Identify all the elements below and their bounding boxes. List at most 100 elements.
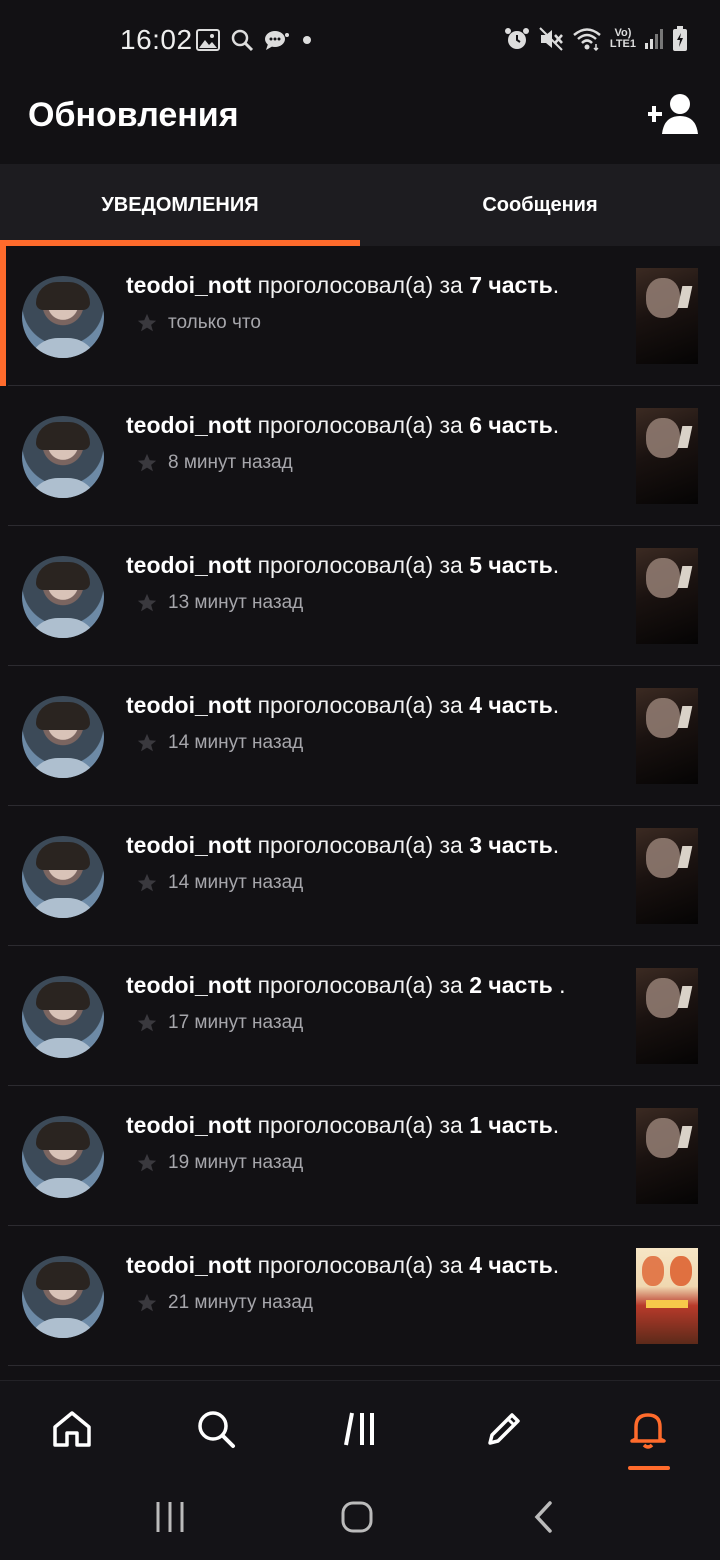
timestamp: 19 минут назад — [168, 1152, 304, 1173]
avatar[interactable] — [22, 1256, 104, 1338]
back-icon[interactable] — [532, 1500, 556, 1539]
status-time: 16:02 — [120, 24, 193, 55]
timestamp: только что — [168, 312, 261, 333]
part-title: 3 часть — [469, 832, 553, 858]
part-title: 5 часть — [469, 552, 553, 578]
part-title: 1 часть — [469, 1112, 553, 1138]
action-text: проголосовал(а) за — [257, 832, 463, 858]
divider — [8, 1365, 720, 1366]
star-icon — [136, 592, 158, 614]
avatar[interactable] — [22, 696, 104, 778]
mute-icon — [538, 26, 564, 52]
write-icon[interactable] — [482, 1407, 526, 1451]
battery-icon — [672, 26, 688, 52]
story-cover[interactable] — [636, 688, 698, 784]
wifi-icon — [572, 27, 602, 51]
star-icon — [136, 1152, 158, 1174]
part-title: 6 часть — [469, 412, 553, 438]
timestamp: 13 минут назад — [168, 592, 304, 613]
add-user-icon[interactable] — [646, 92, 700, 138]
search-icon — [230, 28, 254, 52]
action-text: проголосовал(а) за — [257, 1252, 463, 1278]
avatar[interactable] — [22, 1116, 104, 1198]
tab-notifications[interactable]: УВЕДОМЛЕНИЯ — [0, 164, 360, 246]
timestamp: 14 минут назад — [168, 872, 304, 893]
notification-text: teodoi_nott проголосовал(а) за 5 часть. — [126, 552, 559, 579]
timestamp: 21 минуту назад — [168, 1292, 313, 1313]
notification-text: teodoi_nott проголосовал(а) за 7 часть. — [126, 272, 559, 299]
username[interactable]: teodoi_nott — [126, 412, 251, 438]
star-icon — [136, 1292, 158, 1314]
search-icon[interactable] — [194, 1407, 238, 1451]
notification-text: teodoi_nott проголосовал(а) за 4 часть. — [126, 692, 559, 719]
username[interactable]: teodoi_nott — [126, 552, 251, 578]
story-cover[interactable] — [636, 548, 698, 644]
notification-row[interactable]: teodoi_nott проголосовал(а) за 1 часть. … — [0, 1086, 720, 1226]
notification-text: teodoi_nott проголосовал(а) за 2 часть . — [126, 972, 566, 999]
home-icon[interactable] — [50, 1407, 94, 1451]
notification-meta: 21 минуту назад — [136, 1292, 313, 1314]
notification-row[interactable]: teodoi_nott проголосовал(а) за 7 часть. … — [0, 246, 720, 386]
story-cover[interactable] — [636, 1108, 698, 1204]
notification-row[interactable]: teodoi_nott проголосовал(а) за 4 часть. … — [0, 666, 720, 806]
notification-meta: 19 минут назад — [136, 1152, 303, 1174]
home-circle-icon[interactable] — [340, 1500, 374, 1539]
avatar[interactable] — [22, 976, 104, 1058]
username[interactable]: teodoi_nott — [126, 832, 251, 858]
story-cover[interactable] — [636, 1248, 698, 1344]
story-cover[interactable] — [636, 828, 698, 924]
timestamp: 14 минут назад — [168, 732, 304, 753]
notifications-bell-icon[interactable] — [626, 1407, 670, 1451]
status-left-icons — [196, 28, 314, 52]
timestamp: 17 минут назад — [168, 1012, 304, 1033]
story-cover[interactable] — [636, 268, 698, 364]
star-icon — [136, 872, 158, 894]
header: Обновления — [0, 84, 720, 164]
notification-row[interactable]: teodoi_nott проголосовал(а) за 6 часть. … — [0, 386, 720, 526]
story-cover[interactable] — [636, 968, 698, 1064]
library-icon[interactable] — [338, 1407, 382, 1451]
timestamp: 8 минут назад — [168, 452, 293, 473]
recents-icon[interactable] — [154, 1500, 186, 1539]
notification-row[interactable]: teodoi_nott проголосовал(а) за 4 часть. … — [0, 1226, 720, 1366]
star-icon — [136, 1012, 158, 1034]
notification-list: teodoi_nott проголосовал(а) за 7 часть. … — [0, 246, 720, 1366]
avatar[interactable] — [22, 556, 104, 638]
avatar[interactable] — [22, 276, 104, 358]
suffix: . — [552, 832, 560, 858]
avatar[interactable] — [22, 416, 104, 498]
notification-row[interactable]: teodoi_nott проголосовал(а) за 2 часть .… — [0, 946, 720, 1086]
volte-icon: Vo) LTE1 — [610, 28, 636, 50]
notification-text: teodoi_nott проголосовал(а) за 6 часть. — [126, 412, 559, 439]
suffix: . — [552, 972, 566, 998]
suffix: . — [552, 272, 560, 298]
star-icon — [136, 732, 158, 754]
notification-meta: 8 минут назад — [136, 452, 293, 474]
username[interactable]: teodoi_nott — [126, 1112, 251, 1138]
alarm-icon — [504, 26, 530, 52]
action-text: проголосовал(а) за — [257, 272, 463, 298]
part-title: 7 часть — [469, 272, 553, 298]
notification-meta: только что — [136, 312, 261, 334]
notification-meta: 14 минут назад — [136, 872, 303, 894]
story-cover[interactable] — [636, 408, 698, 504]
status-bar: 16:02 Vo) LTE1 — [0, 0, 720, 84]
notification-row[interactable]: teodoi_nott проголосовал(а) за 5 часть. … — [0, 526, 720, 666]
notification-meta: 13 минут назад — [136, 592, 303, 614]
action-text: проголосовал(а) за — [257, 412, 463, 438]
star-icon — [136, 312, 158, 334]
notification-text: teodoi_nott проголосовал(а) за 4 часть. — [126, 1252, 559, 1279]
username[interactable]: teodoi_nott — [126, 1252, 251, 1278]
notification-meta: 14 минут назад — [136, 732, 303, 754]
suffix: . — [552, 692, 560, 718]
notification-meta: 17 минут назад — [136, 1012, 303, 1034]
username[interactable]: teodoi_nott — [126, 272, 251, 298]
tab-messages[interactable]: Сообщения — [360, 164, 720, 246]
notification-text: teodoi_nott проголосовал(а) за 3 часть. — [126, 832, 559, 859]
username[interactable]: teodoi_nott — [126, 972, 251, 998]
username[interactable]: teodoi_nott — [126, 692, 251, 718]
part-title: 4 часть — [469, 1252, 553, 1278]
avatar[interactable] — [22, 836, 104, 918]
notification-row[interactable]: teodoi_nott проголосовал(а) за 3 часть. … — [0, 806, 720, 946]
action-text: проголосовал(а) за — [257, 972, 463, 998]
